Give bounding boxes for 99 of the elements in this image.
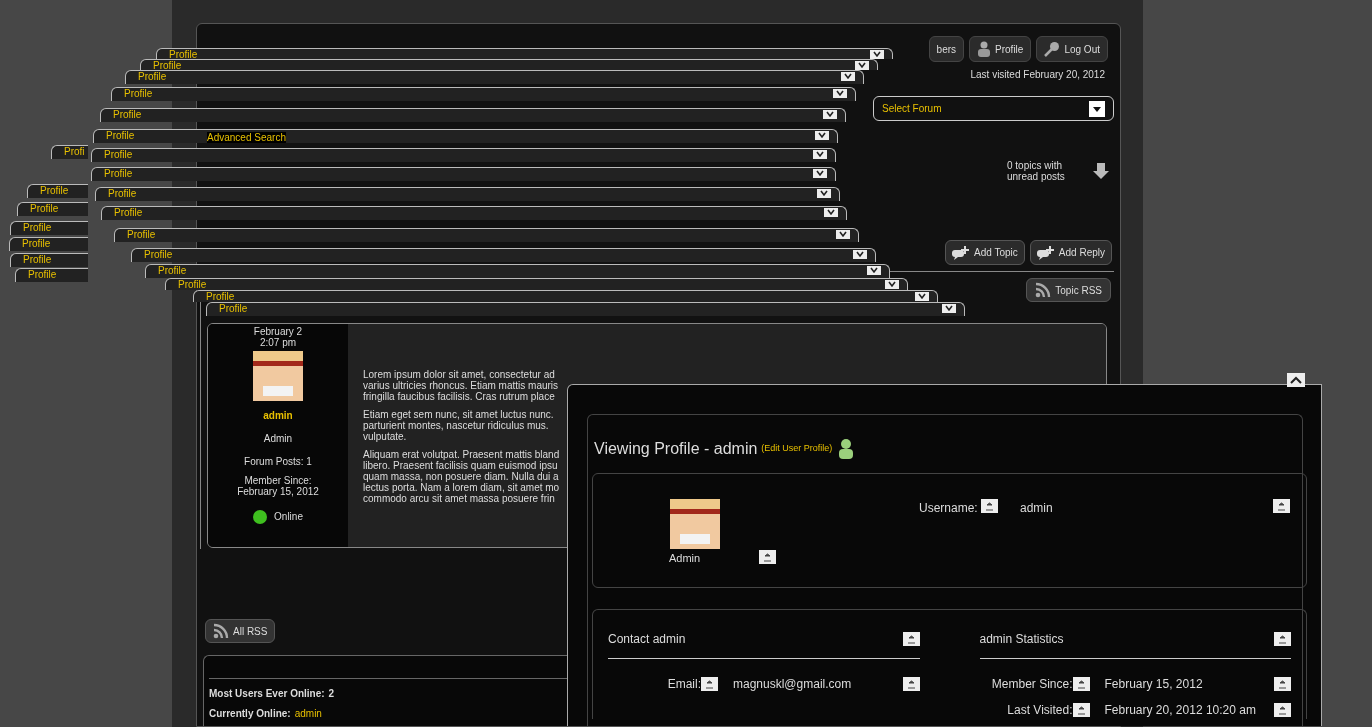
username-value: admin [1020,500,1053,517]
chevron-down-icon[interactable] [841,72,855,81]
profile-tab[interactable]: Profile [95,187,840,201]
spinner-icon[interactable] [701,677,718,691]
user-link[interactable]: admin [294,706,322,721]
topic-action-button[interactable]: Add Topic [945,240,1025,265]
member-since-label: Member Since: [244,475,312,486]
section-heading: Contact admin [608,631,686,648]
spinner-icon[interactable] [1072,677,1090,691]
spinner-icon[interactable] [1072,703,1090,717]
chevron-down-icon[interactable] [942,304,956,313]
profile-tab[interactable]: Profile [125,70,864,84]
user-icon [838,438,855,460]
rss-icon [1035,282,1052,298]
nav-button[interactable]: Log Out [1036,36,1108,62]
advanced-search-link[interactable]: Advanced Search [207,132,286,143]
topic-rss-button[interactable]: Topic RSS [1026,278,1111,302]
chevron-down-icon[interactable] [836,230,850,239]
profile-tab[interactable]: Profile [131,248,876,262]
spinner-icon[interactable] [1274,632,1291,646]
field-label: Last Visited: [1007,702,1073,719]
post-date: February 2 [253,326,303,337]
member-since-date: February 15, 2012 [237,486,319,497]
chevron-down-icon[interactable] [815,131,829,140]
chevron-down-icon[interactable] [823,110,837,119]
chevron-down-icon[interactable] [813,150,827,159]
collapse-icon[interactable] [1287,373,1305,387]
profile-tab[interactable]: Profile [9,237,88,251]
chevron-down-icon[interactable] [853,250,867,259]
status-text: Online [274,510,303,524]
stat-label: Most Users Ever Online: [209,687,325,701]
field-value: February 15, 2012 [1104,676,1204,693]
down-arrow-icon[interactable] [1092,162,1110,180]
chevron-down-icon[interactable] [867,266,881,275]
profile-tab[interactable]: Profile [17,202,88,216]
spinner-icon[interactable] [981,499,998,513]
forum-posts-count: Forum Posts: 1 [244,455,312,469]
stat-label: Currently Online: [209,707,291,721]
avatar [253,351,303,401]
nav-button[interactable]: Profile [969,36,1032,62]
profile-role: Admin [669,551,701,566]
post-time: 2:07 pm [259,337,297,348]
spinner-icon[interactable] [759,550,776,564]
chevron-down-icon[interactable] [813,169,827,178]
profile-tab[interactable]: Profile [100,108,846,122]
spinner-icon[interactable] [902,677,920,691]
spinner-icon[interactable] [1274,677,1291,691]
post-paragraph: Etiam eget sem nunc, sit amet luctus nunc. parturient montes, nascetur ridiculus mus. vulputate. [363,409,554,442]
chevron-down-icon[interactable] [915,292,929,301]
profile-tab[interactable]: Profile [91,167,836,181]
avatar [670,499,720,549]
profile-tab[interactable]: Profile [206,302,965,316]
profile-tab[interactable]: Profile [10,221,88,235]
key-icon [1044,41,1061,57]
speech-bubble-plus-icon [1036,245,1054,260]
edit-profile-link[interactable]: (Edit User Profile) [761,442,833,456]
field-label: Email: [667,676,701,693]
author-role: Admin [263,432,293,446]
spinner-icon[interactable] [1274,703,1291,717]
forum-select[interactable]: Select Forum [873,96,1114,121]
profile-tab[interactable]: Profile [156,48,893,59]
chevron-down-icon[interactable] [855,61,869,70]
rss-icon [213,623,229,639]
person-icon [977,41,992,57]
profile-tab[interactable]: Profile [111,87,856,101]
spinner-icon[interactable] [902,632,920,646]
chevron-down-icon[interactable] [817,189,831,198]
field-value: magnuskl@gmail.com [733,676,853,693]
author-name[interactable]: admin [263,408,293,423]
profile-tab[interactable]: Profile [101,206,847,220]
field-label: Member Since: [991,676,1073,693]
stat-value: 2 [328,687,335,701]
topic-action-button[interactable]: Add Reply [1029,240,1112,265]
profile-title: Viewing Profile - admin [594,439,758,459]
username-label: Username: [919,500,978,517]
chevron-down-icon[interactable] [833,89,847,98]
chevron-down-icon[interactable] [885,280,899,289]
nav-button[interactable]: bers [928,36,965,62]
profile-tab[interactable]: Profile [27,184,88,198]
profile-tab[interactable]: Profile [140,59,878,70]
all-rss-button[interactable]: All RSS [205,619,276,643]
profile-tab[interactable]: Profile [193,290,938,302]
profile-tab[interactable]: Profi [51,145,88,159]
last-visited-text: Last visited February 20, 2012 [970,68,1105,82]
spinner-icon[interactable] [1273,499,1290,513]
chevron-down-icon[interactable] [870,50,884,59]
field-value: February 20, 2012 10:20 am [1104,702,1257,719]
profile-tab[interactable]: Profile [10,253,88,267]
profile-tab[interactable]: Profile [114,228,859,242]
unread-topics-text: 0 topics with unread posts [1007,160,1066,182]
speech-bubble-plus-icon [952,245,970,260]
chevron-down-icon[interactable] [824,208,838,217]
profile-tab[interactable]: Profile [15,268,88,282]
profile-tab[interactable]: Profile [145,264,890,278]
profile-tab[interactable]: Profile [91,148,836,162]
section-heading: admin Statistics [979,631,1064,648]
post-paragraph: Aliquam erat volutpat. Praesent mattis bland libero. Praesent facilisis quam euismod ipsu quam massa, non posuere diam. Nulla dui a lectus porta. Nam a lorem diam, sit amet mo commodo arcu sit amet massa posuere frin [363,449,560,504]
post-paragraph: Lorem ipsum dolor sit amet, consectetur ad varius ultricies rhoncus. Etiam mattis mauris fringilla faucibus facilisis. Cras rutrum place [363,369,559,402]
profile-tab[interactable]: Profile [165,278,908,290]
